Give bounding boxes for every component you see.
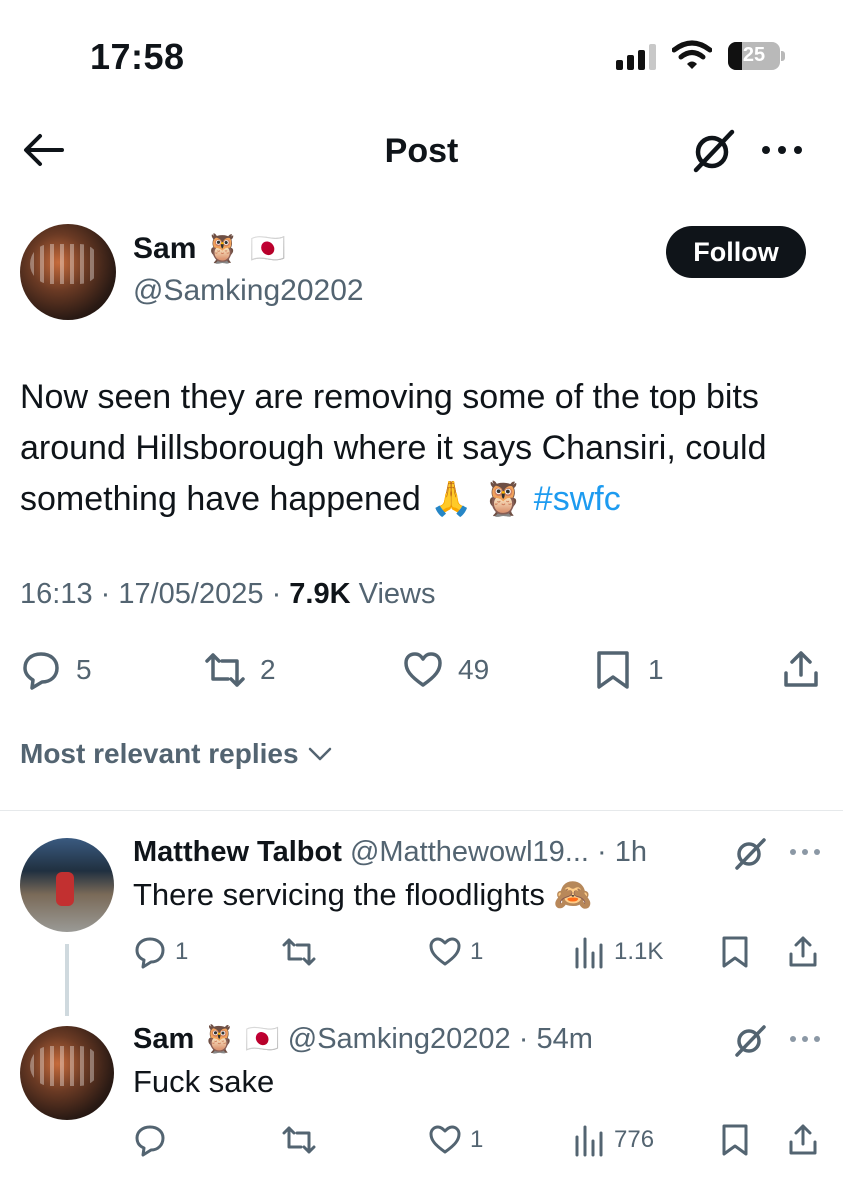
heart-icon [429, 937, 461, 966]
reply-count: 1 [175, 938, 189, 965]
repost-count: 2 [260, 654, 276, 685]
share-icon [789, 936, 817, 967]
reply-actions: 1 1 1.1K [0, 930, 843, 974]
reply-text: Fuck sake [133, 1064, 275, 1099]
like-count: 1 [470, 1126, 484, 1153]
signal-icon [616, 44, 656, 70]
views-bar-icon [575, 1125, 603, 1157]
reply-count: 5 [76, 654, 92, 685]
reply-author-name[interactable]: Sam [133, 1023, 194, 1055]
post-author: Sam 🦉 🇯🇵 @Samking20202 Follow [0, 218, 843, 328]
heart-icon [404, 652, 442, 687]
post-text: Now seen they are removing some of the t… [20, 372, 830, 525]
more-dots-icon[interactable] [758, 140, 806, 160]
nav-bar: Post [0, 110, 843, 190]
share-icon [784, 651, 818, 687]
post-meta: 16:13 · 17/05/2025 · 7.9K Views [20, 578, 436, 610]
reply-text: There servicing the floodlights 🙈 [133, 877, 593, 912]
heart-icon [429, 1125, 461, 1154]
reply-author-name[interactable]: Matthew Talbot [133, 836, 342, 868]
bookmark-icon [722, 1124, 748, 1156]
like-button[interactable]: 49 [402, 648, 489, 692]
bookmark-count: 1 [648, 654, 664, 685]
battery-icon: 25 [728, 42, 786, 70]
bookmark-button[interactable] [718, 930, 752, 974]
repost-icon [282, 1126, 316, 1154]
wifi-icon [672, 40, 712, 69]
reply-icon [23, 652, 59, 690]
like-button[interactable]: 1 [428, 1118, 483, 1162]
bookmark-button[interactable] [718, 1118, 752, 1162]
replies-sort-label: Most relevant replies [20, 738, 299, 769]
like-count: 49 [458, 654, 490, 685]
like-count: 1 [470, 938, 484, 965]
share-button[interactable] [786, 1118, 820, 1162]
post-body: Now seen they are removing some of the t… [20, 378, 767, 518]
views-count: 1.1K [614, 938, 664, 965]
status-time: 17:58 [90, 36, 185, 77]
repost-button[interactable]: 2 [204, 648, 276, 692]
thread-connector [65, 944, 69, 1016]
reply-button[interactable]: 5 [20, 648, 92, 692]
repost-button[interactable] [282, 1118, 324, 1162]
share-button[interactable] [780, 648, 822, 692]
repost-icon [205, 653, 245, 687]
reply-author-emojis: 🦉 🇯🇵 [202, 1023, 280, 1055]
views-label: Views [358, 578, 436, 610]
reply-author-handle[interactable]: @Matthewowl19... [350, 836, 589, 868]
repost-button[interactable] [282, 930, 324, 974]
reply-icon [135, 937, 165, 969]
reply-time: 54m [536, 1023, 593, 1055]
reply-button[interactable] [133, 1118, 175, 1162]
reply-author-handle[interactable]: @Samking20202 [288, 1023, 511, 1055]
bookmark-button[interactable]: 1 [592, 648, 664, 692]
share-button[interactable] [786, 930, 820, 974]
views-count: 776 [614, 1126, 655, 1153]
bookmark-icon [722, 936, 748, 968]
hashtag-link[interactable]: #swfc [534, 480, 621, 518]
author-display-name: Sam [133, 232, 197, 265]
avatar[interactable] [20, 1026, 114, 1120]
avatar[interactable] [20, 224, 116, 320]
share-icon [789, 1124, 817, 1155]
battery-level: 25 [742, 44, 766, 66]
chevron-down-icon [308, 747, 331, 761]
author-handle[interactable]: @Samking20202 [133, 274, 364, 308]
views-count: 7.9K [289, 578, 351, 610]
grok-icon[interactable] [732, 835, 768, 871]
avatar[interactable] [20, 838, 114, 932]
author-name-emojis: 🦉 🇯🇵 [204, 232, 286, 265]
views-bar-icon [575, 937, 603, 969]
views-button[interactable]: 1.1K [572, 930, 663, 974]
reply-icon [135, 1125, 165, 1157]
reply-header: Matthew Talbot @Matthewowl19... · 1h [133, 836, 647, 868]
reply-actions: 1 776 [0, 1118, 843, 1162]
views-button[interactable]: 776 [572, 1118, 654, 1162]
reply-time: 1h [614, 836, 647, 868]
post-actions: 5 2 49 1 [0, 640, 843, 700]
bookmark-icon [597, 651, 629, 689]
like-button[interactable]: 1 [428, 930, 483, 974]
post-time: 16:13 [20, 578, 93, 610]
follow-button[interactable]: Follow [666, 226, 806, 278]
more-dots-icon[interactable] [788, 845, 822, 859]
more-dots-icon[interactable] [788, 1032, 822, 1046]
status-bar: 17:58 25 [0, 0, 843, 110]
replies-sort-dropdown[interactable]: Most relevant replies [20, 738, 333, 770]
repost-icon [282, 938, 316, 966]
author-name[interactable]: Sam 🦉 🇯🇵 [133, 232, 286, 266]
post-date: 17/05/2025 [118, 578, 264, 610]
reply-header: Sam 🦉 🇯🇵 @Samking20202 · 54m [133, 1023, 593, 1055]
grok-icon[interactable] [732, 1022, 768, 1058]
divider [0, 810, 843, 811]
grok-icon[interactable] [690, 126, 738, 174]
reply-button[interactable]: 1 [133, 930, 188, 974]
